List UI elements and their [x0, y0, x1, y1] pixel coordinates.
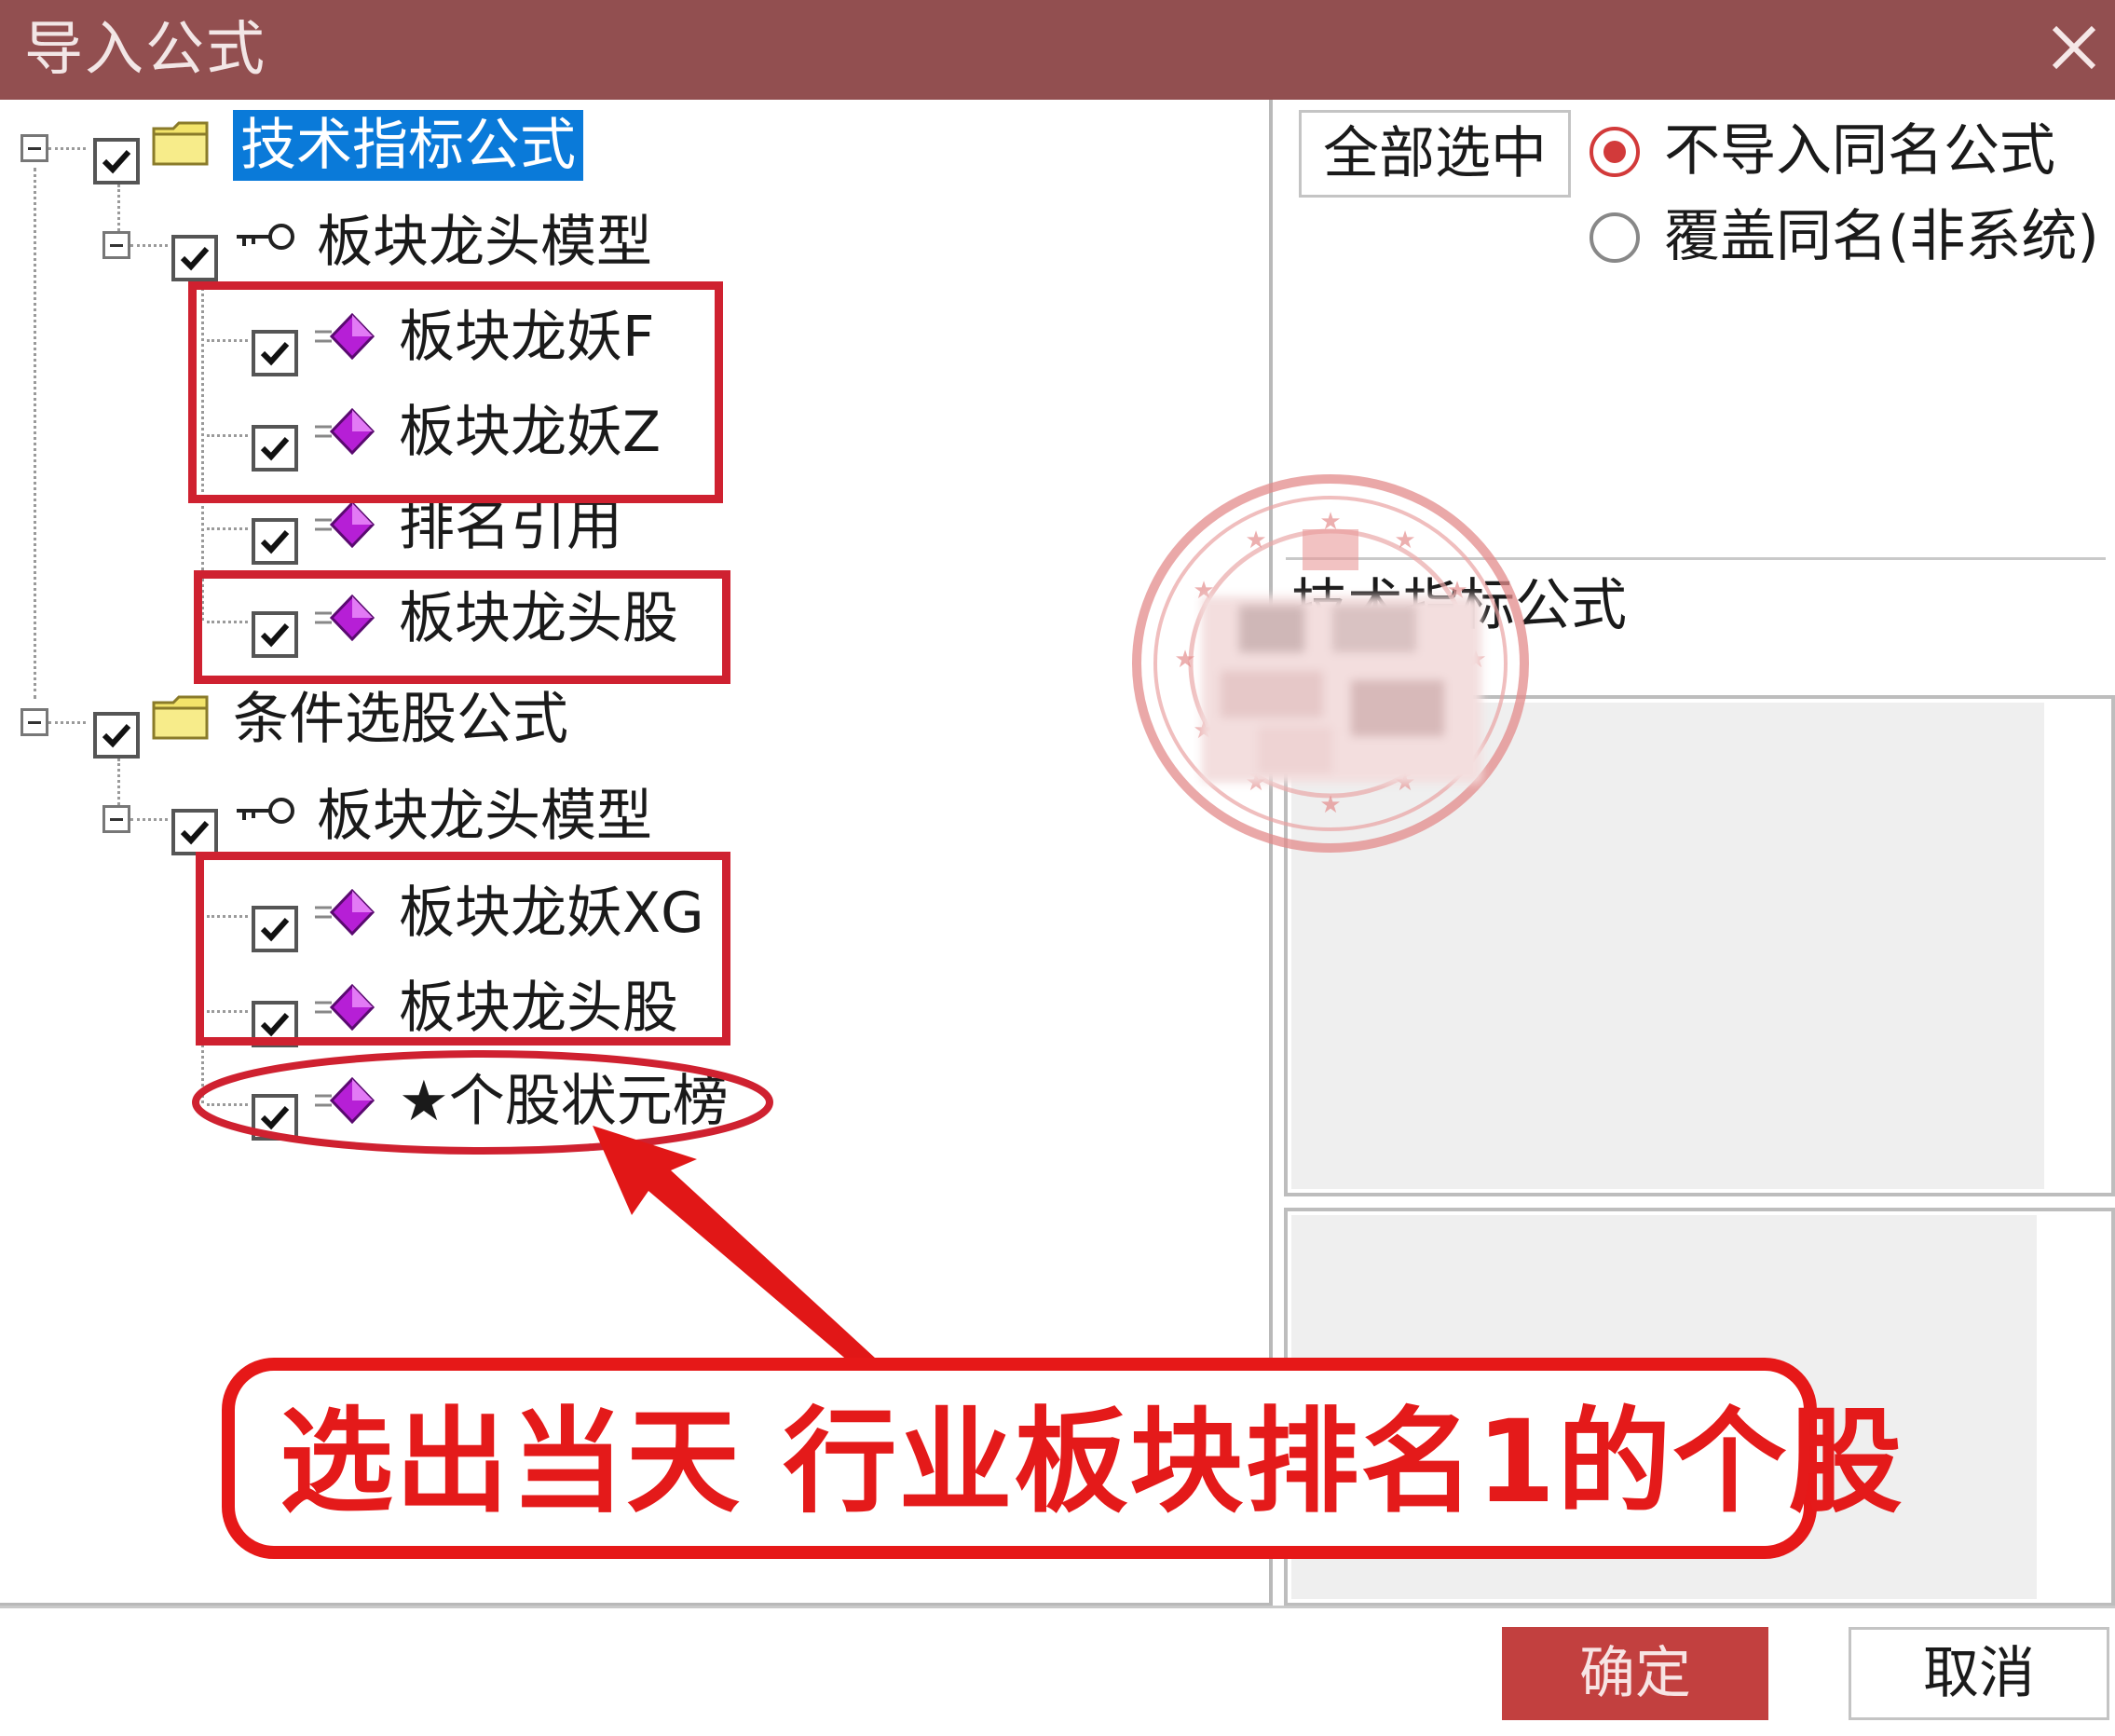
redacted-mosaic — [1202, 596, 1481, 783]
checkmark-icon — [260, 529, 290, 554]
gem-icon — [313, 500, 378, 549]
tree-connector — [130, 244, 168, 247]
tree-collapse-toggle[interactable] — [102, 231, 130, 259]
highlight-box-2 — [194, 570, 730, 684]
svg-text:★: ★ — [1319, 791, 1341, 819]
tree-item-label: 技术指标公式 — [233, 110, 583, 181]
tree-connector — [117, 759, 120, 805]
checkbox[interactable] — [252, 518, 298, 565]
checkmark-icon — [102, 723, 131, 748]
close-icon[interactable] — [2045, 19, 2103, 76]
tree-item-label: 板块龙头模型 — [317, 784, 652, 849]
select-all-button[interactable]: 全部选中 — [1299, 110, 1571, 198]
tree-connector — [48, 721, 86, 724]
annotation-caption: 选出当天 行业板块排名1的个股 — [280, 1396, 1904, 1528]
radio-no-import-same-name[interactable] — [1590, 127, 1640, 177]
checkbox[interactable] — [93, 138, 140, 185]
tree-collapse-toggle[interactable] — [20, 708, 48, 736]
folder-icon — [151, 693, 212, 742]
ok-button[interactable]: 确定 — [1502, 1627, 1768, 1720]
tree-item-label: 条件选股公式 — [233, 687, 568, 752]
cancel-button[interactable]: 取消 — [1849, 1627, 2109, 1720]
tree-collapse-toggle[interactable] — [20, 134, 48, 162]
tree-connector — [34, 168, 36, 699]
checkbox[interactable] — [171, 235, 218, 281]
checkmark-icon — [180, 820, 210, 845]
tree-connector — [48, 147, 86, 150]
checkbox[interactable] — [93, 712, 140, 759]
tree-collapse-toggle[interactable] — [102, 805, 130, 833]
highlight-box-3 — [196, 852, 730, 1046]
annotation-arrow — [593, 1126, 876, 1362]
tree-connector — [130, 818, 168, 821]
svg-text:★: ★ — [1245, 526, 1266, 554]
checkbox[interactable] — [171, 809, 218, 855]
key-icon — [233, 794, 298, 827]
tree-item-label: 板块龙头模型 — [317, 210, 652, 275]
svg-text:★: ★ — [1394, 526, 1415, 554]
radio-label-overwrite: 覆盖同名(非系统) — [1664, 204, 2099, 269]
tree-connector — [207, 527, 248, 530]
svg-text:★: ★ — [1174, 646, 1195, 674]
checkmark-icon — [102, 149, 131, 174]
radio-overwrite-same-name[interactable] — [1590, 212, 1640, 263]
dialog-footer-line — [0, 1606, 2115, 1608]
radio-label-no-import: 不导入同名公式 — [1664, 118, 2055, 184]
key-icon — [233, 220, 298, 253]
folder-icon — [151, 119, 212, 168]
checkmark-icon — [180, 246, 210, 271]
tree-connector — [117, 185, 120, 231]
highlight-box-1 — [188, 281, 723, 503]
